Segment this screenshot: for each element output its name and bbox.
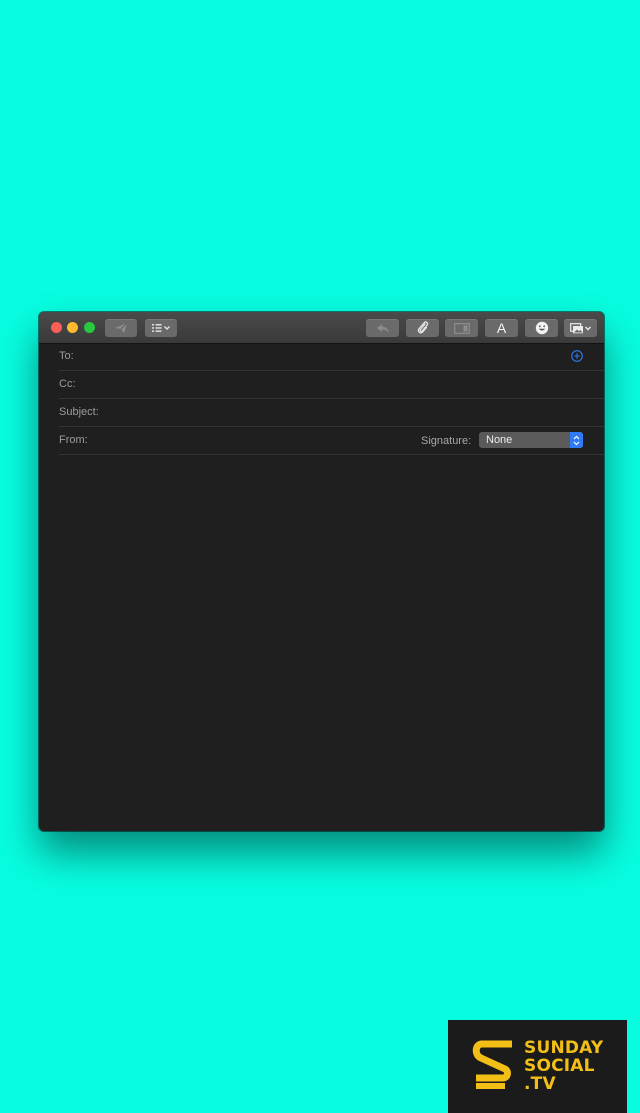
signature-select[interactable]: None <box>479 432 583 448</box>
subject-label: Subject: <box>59 406 99 418</box>
fonts-icon: A <box>496 320 507 336</box>
signature-value: None <box>486 434 513 446</box>
logo-line-1: SUNDAY <box>524 1038 604 1058</box>
signature-stepper <box>570 432 583 448</box>
cc-label: Cc: <box>59 378 76 390</box>
sidebar-icon <box>453 322 470 334</box>
cc-field[interactable]: Cc: <box>59 371 604 399</box>
fonts-button[interactable]: A <box>485 319 518 337</box>
photo-browser-icon <box>569 322 591 333</box>
reply-icon <box>376 323 389 333</box>
to-label: To: <box>59 350 74 362</box>
header-fields: To: Cc: Subject: From: Signature: None <box>59 343 604 455</box>
message-body[interactable] <box>39 453 604 831</box>
header-fields-icon <box>152 324 170 332</box>
to-field[interactable]: To: <box>59 343 604 371</box>
reply-button[interactable] <box>366 319 399 337</box>
send-button[interactable] <box>105 319 137 337</box>
window-toolbar: A <box>39 312 604 344</box>
logo-line-2: SOCIAL <box>524 1056 595 1076</box>
chevron-up-down-icon <box>573 435 580 445</box>
add-recipient-icon[interactable] <box>571 350 583 362</box>
emoji-icon <box>535 321 548 335</box>
compose-window: A To: Cc: Subject: From: Signature: None <box>39 312 604 831</box>
subject-field[interactable]: Subject: <box>59 399 604 427</box>
zoom-window-button[interactable] <box>84 322 95 333</box>
header-fields-button[interactable] <box>145 319 177 337</box>
logo-line-3: .TV <box>524 1074 556 1094</box>
minimize-window-button[interactable] <box>67 322 78 333</box>
logo-s-icon <box>472 1040 512 1089</box>
send-icon <box>115 322 128 333</box>
from-label: From: <box>59 434 88 446</box>
close-window-button[interactable] <box>51 322 62 333</box>
signature-label: Signature: <box>421 435 472 447</box>
attach-button[interactable] <box>406 319 439 337</box>
watermark-logo: SUNDAY SOCIAL .TV <box>448 1020 627 1113</box>
format-sidebar-button[interactable] <box>445 319 478 337</box>
photo-browser-button[interactable] <box>564 319 597 337</box>
emoji-button[interactable] <box>525 319 558 337</box>
attachment-icon <box>417 321 428 334</box>
logo-text: SUNDAY SOCIAL .TV <box>524 1039 603 1093</box>
from-field: From: Signature: None <box>59 427 604 455</box>
